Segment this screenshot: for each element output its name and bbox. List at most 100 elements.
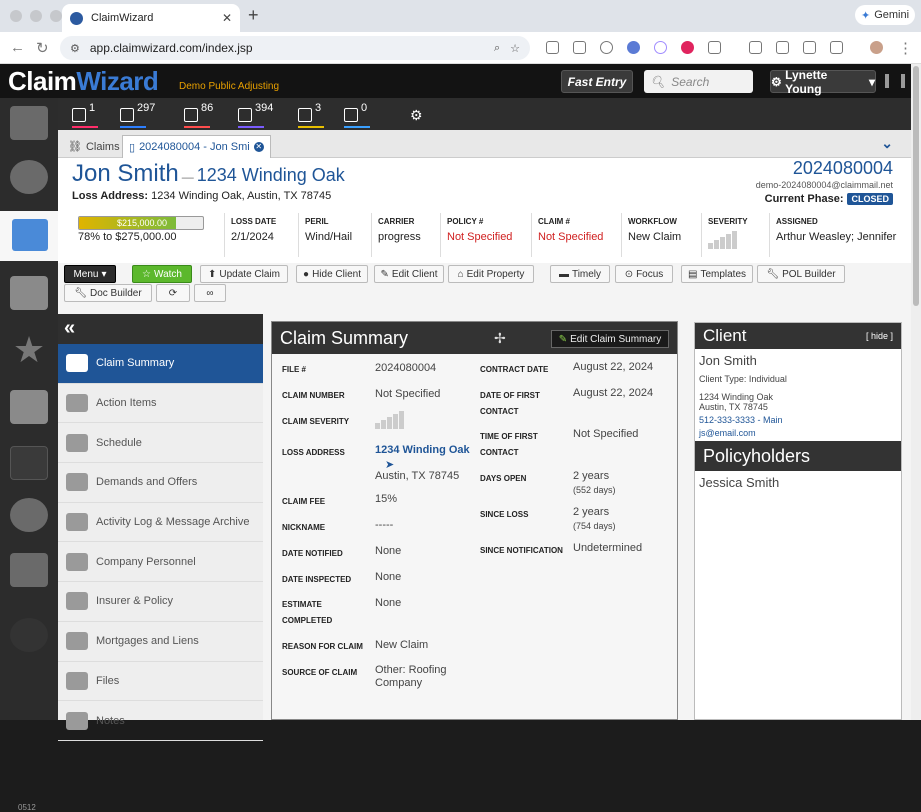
new-tab-icon[interactable]: + bbox=[248, 5, 259, 26]
claimwizard-logo[interactable]: ClaimWizard bbox=[8, 66, 159, 97]
search-icon: 🔍︎ bbox=[650, 74, 666, 89]
policyholders-header: Policyholders bbox=[695, 441, 901, 471]
gemini-button[interactable]: ✦ Gemini bbox=[855, 5, 915, 25]
calendar-icon bbox=[184, 108, 198, 122]
nickname-label: NICKNAME bbox=[282, 523, 326, 532]
notification-calendar[interactable]: 86 bbox=[184, 102, 213, 128]
menu-item-files[interactable]: Files bbox=[58, 662, 263, 702]
rail-item-claims-active[interactable] bbox=[0, 211, 58, 261]
scrollbar-thumb[interactable] bbox=[913, 66, 919, 306]
extension-icon-a[interactable] bbox=[749, 41, 762, 54]
close-claim-tab-icon[interactable]: ✕ bbox=[253, 142, 264, 152]
window-maximize-dot[interactable] bbox=[50, 10, 62, 22]
update-claim-button[interactable]: ⬆ Update Claim bbox=[200, 265, 288, 283]
tab-claims[interactable]: ⛓ Claims bbox=[62, 135, 126, 158]
extension-pen-icon[interactable] bbox=[600, 41, 613, 54]
extension-icon-d[interactable] bbox=[830, 41, 843, 54]
menu-item-action-items[interactable]: Action Items bbox=[58, 384, 263, 424]
menu-item-company-personnel[interactable]: Company Personnel bbox=[58, 542, 263, 583]
extension-icon-c[interactable] bbox=[803, 41, 816, 54]
extensions-puzzle-icon[interactable] bbox=[708, 41, 721, 54]
bookmark-star-icon[interactable]: ☆ bbox=[510, 42, 520, 55]
files-icon bbox=[66, 671, 88, 690]
menu-item-demands-and-offers[interactable]: Demands and Offers bbox=[58, 463, 263, 503]
file-label: FILE # bbox=[282, 365, 307, 374]
hide-client-button[interactable]: ● Hide Client bbox=[296, 265, 368, 283]
back-icon[interactable]: ← bbox=[10, 39, 25, 56]
address-bar[interactable]: ⚙ app.claimwizard.com/index.jsp ⌕ ☆ bbox=[60, 36, 530, 60]
doc-builder-label: Doc Builder bbox=[90, 287, 142, 299]
notification-mail[interactable]: 0 bbox=[344, 102, 370, 128]
notification-alarm[interactable]: 3 bbox=[298, 102, 324, 128]
forms-icon[interactable] bbox=[10, 276, 48, 310]
link-button[interactable]: ∞ bbox=[194, 284, 226, 302]
notification-chat[interactable]: 297 bbox=[120, 102, 155, 128]
since-notification-value: Undetermined bbox=[573, 542, 643, 554]
pol-builder-button[interactable]: 🔧︎ POL Builder bbox=[757, 265, 845, 283]
menu-item-schedule[interactable]: Schedule bbox=[58, 423, 263, 464]
icon-rail: ★ 0512 bbox=[0, 98, 58, 812]
notification-document[interactable]: 394 bbox=[238, 102, 273, 128]
page-scrollbar[interactable] bbox=[911, 64, 921, 720]
estimate-completed-value: None bbox=[375, 597, 402, 609]
phase-badge[interactable]: CLOSED bbox=[847, 193, 893, 205]
collapse-panel-icon[interactable] bbox=[885, 74, 905, 88]
logo-text-claim: Claim bbox=[8, 66, 77, 96]
metric-value: Not Specified bbox=[447, 231, 513, 243]
close-tab-icon[interactable]: ✕ bbox=[222, 11, 232, 25]
home-icon[interactable] bbox=[10, 106, 48, 140]
chart-icon[interactable] bbox=[10, 498, 48, 532]
notification-count: 3 bbox=[315, 102, 322, 114]
extension-blue-icon[interactable] bbox=[627, 41, 640, 54]
loss-address-label: Loss Address: bbox=[72, 190, 149, 202]
profile-avatar[interactable] bbox=[870, 41, 883, 54]
watch-button[interactable]: ☆ Watch bbox=[132, 265, 192, 283]
menu-item-notes[interactable]: Notes bbox=[58, 701, 263, 741]
hide-client-link[interactable]: [ hide ] bbox=[866, 323, 893, 349]
focus-button[interactable]: ⊙ Focus bbox=[615, 265, 673, 283]
refresh-button[interactable]: ⟳ bbox=[156, 284, 190, 302]
site-info-icon[interactable]: ⚙ bbox=[70, 42, 80, 55]
menu-item-mortgages-and-liens[interactable]: Mortgages and Liens bbox=[58, 622, 263, 662]
books-icon[interactable] bbox=[10, 553, 48, 587]
window-close-dot[interactable] bbox=[10, 10, 22, 22]
browser-tab[interactable]: ClaimWizard ✕ bbox=[62, 4, 240, 32]
search-input[interactable]: 🔍︎ Search bbox=[644, 70, 753, 93]
menu-item-insurer-policy[interactable]: Insurer & Policy bbox=[58, 582, 263, 622]
pinterest-icon[interactable] bbox=[681, 41, 694, 54]
edit-claim-summary-button[interactable]: ✎ Edit Claim Summary bbox=[551, 330, 669, 348]
screenshot-icon[interactable] bbox=[546, 41, 559, 54]
doc-builder-button[interactable]: 🔧︎ Doc Builder bbox=[64, 284, 152, 302]
calendar-rail-icon[interactable] bbox=[10, 390, 48, 424]
tab-claim-2024080004[interactable]: ▯ 2024080004 - Jon Smi ✕ bbox=[122, 135, 271, 158]
claim-email[interactable]: demo-2024080004@claimmail.net bbox=[756, 180, 893, 190]
client-email[interactable]: js@email.com bbox=[695, 428, 901, 438]
double-chevron-down-icon[interactable]: ⌄ bbox=[881, 135, 893, 152]
loss-address-link[interactable]: 1234 Winding Oak bbox=[375, 444, 470, 456]
settings-rail-icon[interactable] bbox=[10, 618, 48, 652]
extension-icon-b[interactable] bbox=[776, 41, 789, 54]
zoom-icon[interactable]: ⌕ bbox=[494, 42, 500, 55]
folder-icon[interactable] bbox=[573, 41, 586, 54]
timely-button[interactable]: ▬ Timely bbox=[550, 265, 610, 283]
menu-item-claim-summary[interactable]: Claim Summary bbox=[58, 344, 263, 384]
edit-client-button[interactable]: ✎ Edit Client bbox=[374, 265, 444, 283]
browser-menu-icon[interactable]: ⋮ bbox=[898, 39, 913, 57]
extension-purple-icon[interactable] bbox=[654, 41, 667, 54]
collapse-menu-button[interactable]: « bbox=[58, 314, 263, 344]
card-icon[interactable] bbox=[10, 446, 48, 480]
client-phone[interactable]: 512-333-3333 - Main bbox=[695, 415, 901, 425]
notification-warning[interactable]: 1 bbox=[72, 102, 98, 128]
star-icon[interactable]: ★ bbox=[10, 332, 48, 368]
title-separator: — bbox=[181, 170, 194, 184]
templates-button[interactable]: ▤ Templates bbox=[681, 265, 753, 283]
contacts-icon[interactable] bbox=[10, 160, 48, 194]
menu-button[interactable]: Menu ▾ bbox=[64, 265, 116, 283]
edit-property-button[interactable]: ⌂ Edit Property bbox=[448, 265, 534, 283]
reload-icon[interactable]: ↻ bbox=[36, 39, 49, 57]
user-menu-button[interactable]: ⚙ Lynette Young ▾ bbox=[770, 68, 876, 96]
fast-entry-button[interactable]: Fast Entry bbox=[561, 70, 633, 93]
metric-workflow: WORKFLOW New Claim bbox=[621, 213, 681, 257]
menu-item-activity-log-message-archive[interactable]: Activity Log & Message Archive bbox=[58, 503, 263, 543]
window-minimize-dot[interactable] bbox=[30, 10, 42, 22]
